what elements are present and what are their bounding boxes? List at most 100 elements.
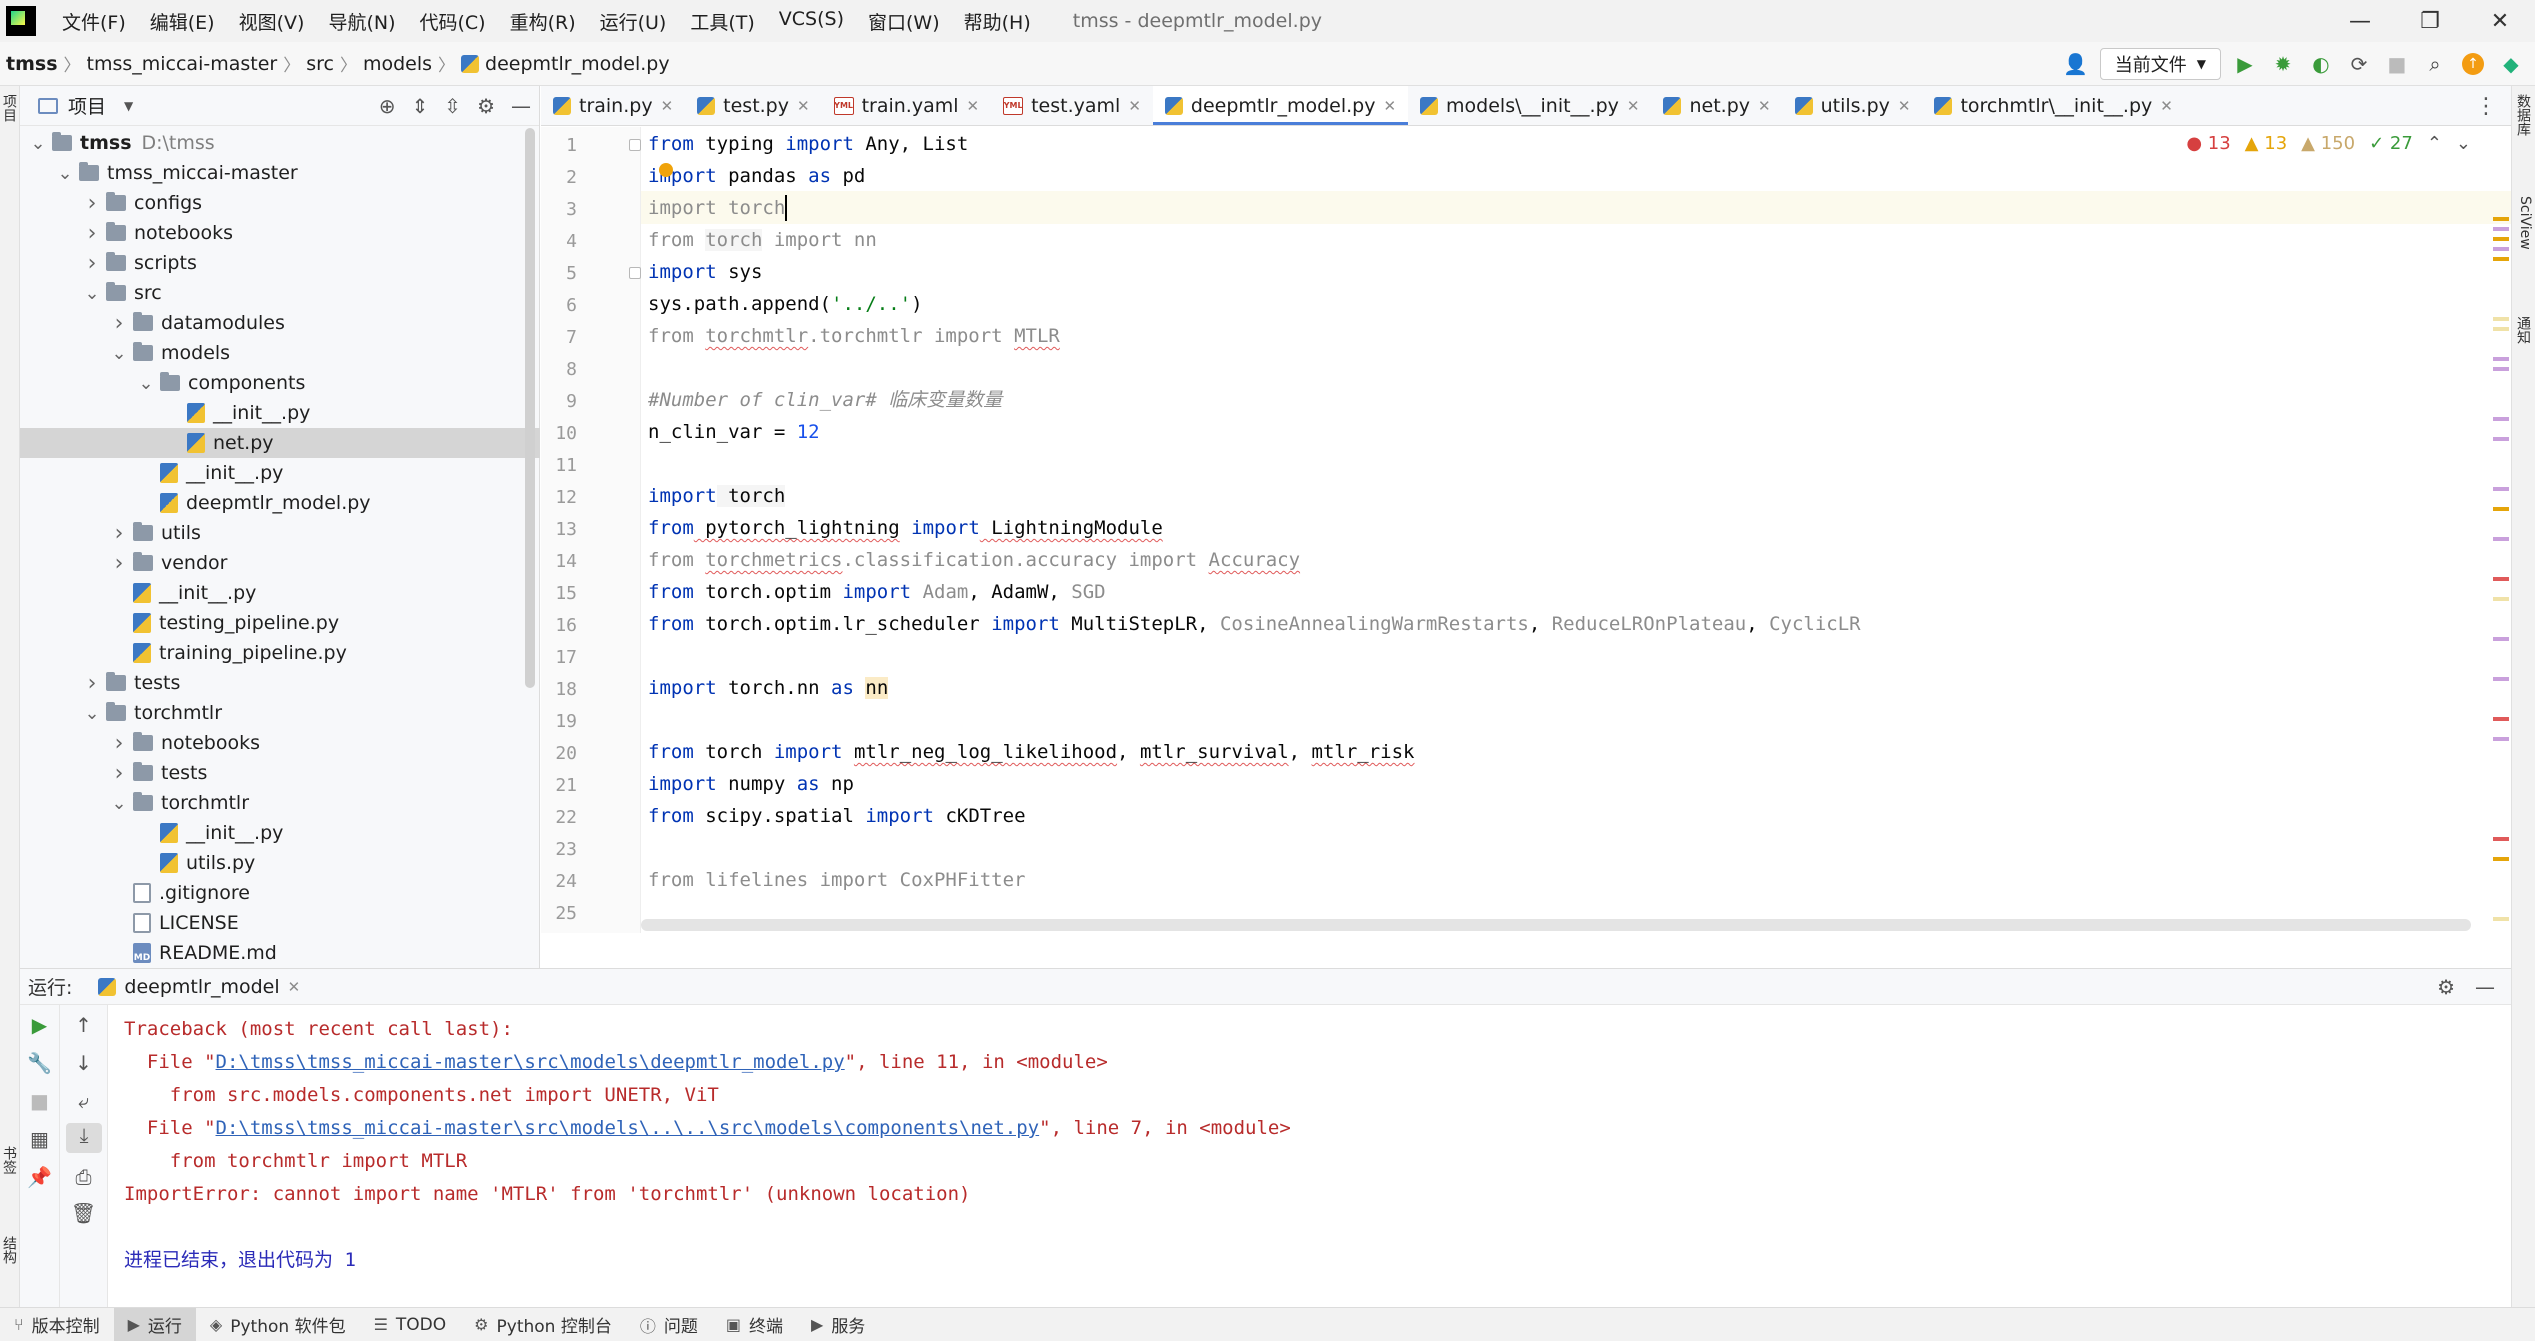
- tree-item[interactable]: training_pipeline.py: [20, 638, 540, 668]
- tree-item[interactable]: utils.py: [20, 848, 540, 878]
- expand-all-icon[interactable]: ⇕: [412, 94, 429, 118]
- tree-item[interactable]: › notebooks: [20, 218, 540, 248]
- close-icon[interactable]: ✕: [1627, 97, 1640, 115]
- pin-icon[interactable]: 📌: [20, 1165, 59, 1189]
- intention-bulb-icon[interactable]: [659, 163, 673, 177]
- typo-count[interactable]: ✓ 27: [2369, 133, 2413, 154]
- tree-item[interactable]: ⌄ src: [20, 278, 540, 308]
- gear-icon[interactable]: ⚙: [477, 94, 495, 118]
- debug-icon[interactable]: ✹: [2269, 50, 2297, 78]
- tree-item[interactable]: MD README.md: [20, 938, 540, 968]
- chevron-down-icon[interactable]: ⌄: [82, 283, 102, 304]
- tree-item[interactable]: ⌄ models: [20, 338, 540, 368]
- editor-horizontal-scrollbar[interactable]: [641, 919, 2471, 931]
- collapse-all-icon[interactable]: ⇳: [444, 94, 461, 118]
- tree-item[interactable]: ⌄ torchmtlr: [20, 698, 540, 728]
- close-icon[interactable]: ✕: [797, 97, 810, 115]
- tree-item[interactable]: › utils: [20, 518, 540, 548]
- tree-item[interactable]: › scripts: [20, 248, 540, 278]
- editor-tab[interactable]: utils.py ✕: [1783, 86, 1923, 125]
- menu-item-3[interactable]: 导航(N): [316, 8, 407, 35]
- left-tool-structure[interactable]: 结构: [1, 1236, 19, 1264]
- close-icon[interactable]: ✕: [1758, 97, 1771, 115]
- right-tool-notifications[interactable]: 通知: [2515, 316, 2533, 344]
- menu-item-8[interactable]: VCS(S): [767, 8, 856, 35]
- chevron-right-icon[interactable]: ›: [109, 731, 129, 756]
- tree-item[interactable]: › configs: [20, 188, 540, 218]
- chevron-down-icon[interactable]: ⌄: [136, 373, 156, 394]
- arrow-up-icon[interactable]: ↑: [60, 1013, 107, 1037]
- soft-wrap-icon[interactable]: ⤶: [60, 1089, 107, 1113]
- scroll-to-end-icon[interactable]: ⤓: [66, 1123, 102, 1153]
- breadcrumb-item[interactable]: tmss_miccai-master: [81, 53, 284, 75]
- inspection-widget[interactable]: ● 13 ▲ 13 ▲ 150 ✓ 27 ⌃ ⌄: [2186, 133, 2471, 154]
- editor-tab[interactable]: net.py ✕: [1651, 86, 1782, 125]
- gear-icon[interactable]: ⚙: [2437, 975, 2455, 999]
- locate-icon[interactable]: ⊕: [379, 94, 396, 118]
- editor-tab[interactable]: train.py ✕: [541, 86, 685, 125]
- code-editor[interactable]: 1 2 3 4 5 6 7 8 9 10 11 12 13 14 15 16 17 18 19 20 21 22 23 24 2…: [541, 127, 2511, 933]
- editor-tab[interactable]: test.py ✕: [685, 86, 821, 125]
- plugin-icon[interactable]: ◆: [2497, 50, 2525, 78]
- menu-item-0[interactable]: 文件(F): [50, 8, 138, 35]
- close-icon[interactable]: ✕: [1383, 97, 1396, 115]
- print-icon[interactable]: ⎙: [60, 1165, 107, 1189]
- editor-tab[interactable]: torchmtlr\__init__.py ✕: [1922, 86, 2184, 125]
- user-icon[interactable]: 👤: [2062, 50, 2090, 78]
- tree-item[interactable]: › notebooks: [20, 728, 540, 758]
- tree-item[interactable]: › tests: [20, 758, 540, 788]
- tabs-more-icon[interactable]: ⋮: [2475, 86, 2497, 126]
- breadcrumb-item[interactable]: tmss: [0, 53, 64, 75]
- close-icon[interactable]: ✕: [661, 97, 674, 115]
- bottom-tool-4[interactable]: ⚙ Python 控制台: [460, 1308, 626, 1341]
- tree-item[interactable]: › vendor: [20, 548, 540, 578]
- tree-item[interactable]: testing_pipeline.py: [20, 608, 540, 638]
- run-tab[interactable]: deepmtlr_model ✕: [98, 976, 300, 998]
- chevron-right-icon[interactable]: ›: [82, 191, 102, 216]
- arrow-down-icon[interactable]: ↓: [60, 1051, 107, 1075]
- menu-item-9[interactable]: 窗口(W): [856, 8, 952, 35]
- chevron-right-icon[interactable]: ›: [82, 221, 102, 246]
- bottom-tool-6[interactable]: ▣ 终端: [712, 1308, 797, 1341]
- menu-item-6[interactable]: 运行(U): [588, 8, 679, 35]
- chevron-right-icon[interactable]: ›: [82, 671, 102, 696]
- right-tool-sciview[interactable]: SciView: [2515, 196, 2533, 250]
- bottom-tool-0[interactable]: ⑂ 版本控制: [0, 1308, 114, 1341]
- stop-icon[interactable]: ■: [2383, 50, 2411, 78]
- close-button[interactable]: ✕: [2465, 0, 2535, 42]
- warning-count[interactable]: ▲ 13: [2245, 133, 2287, 154]
- bottom-tool-5[interactable]: ⓘ 问题: [626, 1308, 712, 1341]
- tree-item[interactable]: ⌄ tmss_miccai-master: [20, 158, 540, 188]
- editor-tab[interactable]: deepmtlr_model.py ✕: [1152, 86, 1409, 125]
- tree-item[interactable]: deepmtlr_model.py: [20, 488, 540, 518]
- console-file-link[interactable]: D:\tmss\tmss_miccai-master\src\models\de…: [216, 1051, 845, 1073]
- chevron-right-icon[interactable]: ›: [109, 311, 129, 336]
- project-panel-title[interactable]: 项目: [68, 92, 106, 119]
- tree-item[interactable]: › tests: [20, 668, 540, 698]
- left-tool-project[interactable]: 项目: [1, 94, 19, 122]
- hide-icon[interactable]: —: [511, 94, 531, 118]
- chevron-right-icon[interactable]: ›: [82, 251, 102, 276]
- left-tool-bookmarks[interactable]: 书签: [1, 1146, 19, 1174]
- menu-item-2[interactable]: 视图(V): [227, 8, 317, 35]
- tree-item[interactable]: LICENSE: [20, 908, 540, 938]
- chevron-down-icon[interactable]: ⌄: [28, 133, 48, 154]
- tree-item[interactable]: __init__.py: [20, 818, 540, 848]
- chevron-down-icon[interactable]: ⌄: [109, 793, 129, 814]
- coverage-icon[interactable]: ◐: [2307, 50, 2335, 78]
- tree-item[interactable]: __init__.py: [20, 458, 540, 488]
- breadcrumb-item[interactable]: deepmtlr_model.py: [455, 53, 676, 75]
- tree-item[interactable]: net.py: [20, 428, 540, 458]
- fold-marker-icon[interactable]: [629, 139, 641, 151]
- chevron-down-icon[interactable]: ⌄: [109, 343, 129, 364]
- breadcrumb-item[interactable]: models: [357, 53, 438, 75]
- menu-item-1[interactable]: 编辑(E): [138, 8, 227, 35]
- editor-tab[interactable]: YML train.yaml ✕: [822, 86, 992, 125]
- menu-item-5[interactable]: 重构(R): [498, 8, 588, 35]
- bottom-tool-1[interactable]: ▶ 运行: [113, 1307, 196, 1341]
- update-icon[interactable]: ↑: [2459, 50, 2487, 78]
- bottom-tool-7[interactable]: ▶ 服务: [797, 1308, 879, 1341]
- trash-icon[interactable]: 🗑: [60, 1201, 107, 1225]
- menu-item-10[interactable]: 帮助(H): [952, 8, 1043, 35]
- tree-item[interactable]: ⌄ tmss D:\tmss: [20, 128, 540, 158]
